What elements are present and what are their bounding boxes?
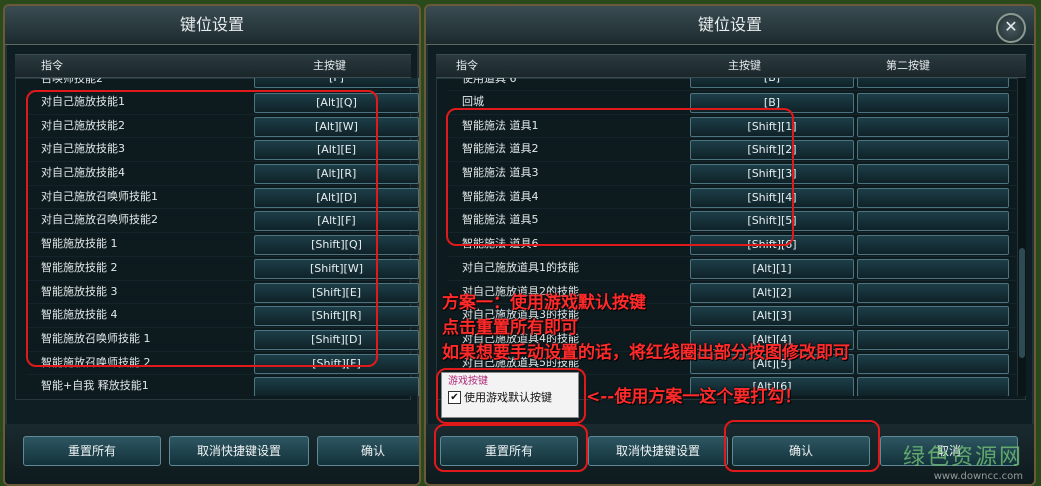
close-icon[interactable]: ✕ [996,13,1026,43]
column-header: 指令 主按键 [15,54,411,78]
command-label: 召唤师技能2 [41,78,103,85]
annotation-circle-checkbox [436,368,586,424]
primary-key-button[interactable]: [F] [254,78,419,88]
header-primary-key: 主按键 [728,59,761,72]
annotation-line-2: 点击重置所有即可 [442,318,578,338]
secondary-key-button[interactable] [857,187,1009,208]
header-primary-key: 主按键 [313,59,346,72]
window-title: 键位设置 [426,6,1034,45]
secondary-key-button[interactable] [857,211,1009,232]
secondary-key-button[interactable] [857,258,1009,279]
keybind-row: 对自己施放道具1的技能 [Alt][1] [448,257,1018,281]
keybind-row: 使用道具 6 [B] [448,78,1018,91]
primary-key-button[interactable]: [B] [690,78,854,88]
reset-all-button[interactable]: 重置所有 [23,436,161,466]
secondary-key-button[interactable] [857,329,1009,350]
header-command: 指令 [456,59,478,72]
watermark-title: 绿色资源网 [902,445,1023,470]
annotation-line-1: 方案一：使用游戏默认按键 [442,293,646,313]
secondary-key-button[interactable] [857,140,1009,161]
header-secondary-key: 第二按键 [886,59,930,72]
secondary-key-button[interactable] [857,93,1009,113]
watermark-url: www.downcc.com [933,471,1023,482]
secondary-key-button[interactable] [857,78,1009,88]
annotation-circle-right-list [446,108,794,246]
scrollbar-thumb[interactable] [1019,248,1025,358]
scrollbar[interactable] [1017,78,1026,396]
watermark: 绿色资源网 www.downcc.com [903,439,1023,482]
command-label: 智能+自我 释放技能1 [41,379,149,393]
annotation-line-3: 如果想要手动设置的话，将红线圈出部分按图修改即可 [442,343,850,363]
column-header: 指令 主按键 第二按键 [436,54,1026,78]
cancel-hotkeys-button[interactable]: 取消快捷键设置 [588,436,728,466]
annotation-arrow-note: <--使用方案一这个要打勾！ [586,387,802,407]
primary-key-button[interactable] [254,377,419,396]
secondary-key-button[interactable] [857,235,1009,256]
secondary-key-button[interactable] [857,377,1009,396]
primary-key-button[interactable]: [Alt][2] [690,282,854,303]
window-title: 键位设置 [5,6,419,45]
button-bar: 重置所有 取消快捷键设置 确认 [5,424,419,484]
command-label: 使用道具 6 [462,78,517,85]
annotation-circle-left-list [26,90,378,367]
secondary-key-button[interactable] [857,282,1009,303]
secondary-key-button[interactable] [857,353,1009,374]
secondary-key-button[interactable] [857,306,1009,327]
primary-key-button[interactable]: [Alt][1] [690,258,854,279]
header-command: 指令 [41,59,63,72]
primary-key-button[interactable]: [Alt][3] [690,306,854,327]
annotation-circle-confirm [724,420,880,472]
secondary-key-button[interactable] [857,116,1009,137]
keybind-row: 智能+自我 释放技能1 [27,375,419,396]
confirm-button[interactable]: 确认 [317,436,419,466]
command-label: 对自己施放道具1的技能 [462,260,579,274]
cancel-hotkeys-button[interactable]: 取消快捷键设置 [169,436,309,466]
annotation-circle-reset [434,424,588,472]
secondary-key-button[interactable] [857,164,1009,185]
